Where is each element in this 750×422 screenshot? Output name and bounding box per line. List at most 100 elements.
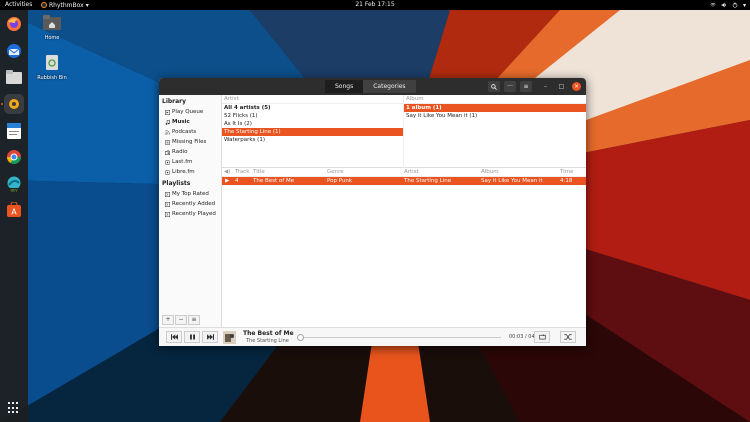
tab-categories[interactable]: Categories	[363, 80, 416, 93]
svg-text:A: A	[11, 208, 17, 217]
smart-playlist-icon	[165, 191, 170, 197]
sidebar-item-label: Radio	[172, 149, 188, 155]
menu-button[interactable]: ≡	[520, 81, 532, 92]
sidebar-item-label: Music	[172, 119, 190, 125]
pause-button[interactable]	[184, 331, 200, 343]
seek-bar[interactable]	[297, 334, 501, 341]
sidebar: Library Play Queue Music Podcasts Missin…	[159, 95, 222, 327]
track-list: ◀) Track Title Genre Artist Album Time ▶…	[222, 168, 586, 327]
artist-row[interactable]: 52 Flicks (1)	[222, 112, 403, 120]
sidebar-item-label: Recently Played	[172, 211, 216, 217]
track-genre: Pop Punk	[327, 178, 353, 184]
podcast-icon	[165, 129, 170, 135]
edge-dev-icon[interactable]: DEV	[4, 174, 24, 194]
sidebar-item-librefm[interactable]: Libre.fm	[165, 169, 195, 175]
minimize-icon: –	[544, 83, 547, 90]
queue-icon	[165, 109, 170, 115]
minimize-button[interactable]: –	[541, 82, 550, 91]
previous-icon	[170, 334, 178, 340]
sidebar-item-podcasts[interactable]: Podcasts	[165, 129, 196, 135]
tab-songs[interactable]: Songs	[325, 80, 364, 93]
home-folder-icon	[43, 15, 61, 30]
artist-row[interactable]: All 4 artists (5)	[222, 104, 403, 112]
header-bar: Songs Categories ··· ≡ – □ ×	[159, 78, 586, 95]
app-grid-icon[interactable]	[8, 402, 20, 414]
rhythmbox-icon[interactable]	[4, 94, 24, 114]
sidebar-item-label: My Top Rated	[172, 191, 209, 197]
sidebar-item-lastfm[interactable]: Last.fm	[165, 159, 193, 165]
previous-button[interactable]	[166, 331, 182, 343]
desktop-trash-label: Rubbish Bin	[37, 75, 67, 81]
add-playlist-button[interactable]: +	[162, 315, 174, 325]
more-icon: ···	[507, 83, 513, 90]
col-time[interactable]: Time	[560, 169, 573, 175]
player-bar: The Best of Me The Starting Line 00:03 /…	[159, 327, 586, 346]
search-icon	[491, 83, 497, 90]
col-title[interactable]: Title	[253, 169, 265, 175]
chrome-icon[interactable]	[4, 147, 24, 167]
album-column: Album 1 album (1) Say it Like You Mean i…	[404, 95, 586, 168]
table-row[interactable]: ▶ 4 The Best of Me Pop Punk The Starting…	[222, 177, 586, 185]
desktop-home-icon[interactable]: Home	[32, 14, 72, 41]
col-playing[interactable]: ◀)	[224, 169, 230, 175]
col-artist[interactable]: Artist	[404, 169, 419, 175]
volume-icon	[721, 2, 727, 8]
sidebar-item-radio[interactable]: Radio	[165, 149, 187, 155]
files-icon[interactable]	[4, 67, 24, 87]
running-indicator	[1, 103, 3, 105]
track-number: 4	[235, 178, 239, 184]
playlist-options-button[interactable]: ≡	[188, 315, 200, 325]
sidebar-item-recently-played[interactable]: Recently Played	[165, 211, 216, 217]
sidebar-item-missing-files[interactable]: Missing Files	[165, 139, 206, 145]
system-tray[interactable]: ▾	[710, 0, 746, 10]
sidebar-item-music[interactable]: Music	[165, 119, 190, 125]
writer-icon[interactable]	[4, 121, 24, 141]
remove-playlist-button[interactable]: −	[175, 315, 187, 325]
seek-handle[interactable]	[297, 334, 305, 341]
artist-column: Artist All 4 artists (5) 52 Flicks (1) A…	[222, 95, 404, 168]
library-browser: Artist All 4 artists (5) 52 Flicks (1) A…	[222, 95, 586, 168]
sidebar-item-label: Last.fm	[172, 159, 193, 165]
maximize-button[interactable]: □	[557, 82, 566, 91]
album-row-selected[interactable]: 1 album (1)	[404, 104, 586, 112]
shuffle-button[interactable]	[560, 331, 576, 343]
thunderbird-icon[interactable]	[4, 41, 24, 61]
artist-header[interactable]: Artist	[222, 95, 403, 104]
chevron-down-icon: ▾	[742, 1, 746, 9]
sidebar-item-label: Recently Added	[172, 201, 216, 207]
next-icon	[206, 334, 214, 340]
artist-row[interactable]: As It Is (2)	[222, 120, 403, 128]
search-button[interactable]	[488, 81, 500, 92]
view-switcher: Songs Categories	[325, 80, 416, 93]
artist-row[interactable]: Waterparks (1)	[222, 136, 403, 144]
sidebar-item-recently-added[interactable]: Recently Added	[165, 201, 215, 207]
next-button[interactable]	[202, 331, 218, 343]
smart-playlist-icon	[165, 211, 170, 217]
col-genre[interactable]: Genre	[327, 169, 344, 175]
now-playing-title: The Best of Me	[243, 330, 294, 337]
playing-indicator-icon: ▶	[225, 178, 230, 184]
trash-icon	[46, 55, 58, 70]
col-track[interactable]: Track	[235, 169, 249, 175]
desktop-trash-icon[interactable]: Rubbish Bin	[32, 54, 72, 81]
album-row[interactable]: Say it Like You Mean it (1)	[404, 112, 586, 120]
col-album[interactable]: Album	[481, 169, 499, 175]
more-button[interactable]: ···	[504, 81, 516, 92]
shuffle-icon	[564, 334, 572, 340]
album-header[interactable]: Album	[404, 95, 586, 104]
librefm-icon	[165, 170, 170, 174]
sidebar-item-my-top-rated[interactable]: My Top Rated	[165, 191, 209, 197]
album-art[interactable]	[223, 331, 236, 344]
sidebar-item-label: Libre.fm	[172, 169, 195, 175]
track-list-header: ◀) Track Title Genre Artist Album Time	[222, 168, 586, 177]
firefox-icon[interactable]	[4, 14, 24, 34]
clock[interactable]: 21 Feb 17:15	[0, 1, 750, 8]
repeat-button[interactable]	[534, 331, 550, 343]
artist-row-selected[interactable]: The Starting Line (1)	[222, 128, 403, 136]
top-bar: Activities RhythmBox ▾ 21 Feb 17:15 ▾	[0, 0, 750, 10]
close-button[interactable]: ×	[572, 82, 581, 91]
sidebar-item-play-queue[interactable]: Play Queue	[165, 109, 203, 115]
library-heading: Library	[162, 98, 187, 105]
smart-playlist-icon	[165, 201, 170, 207]
software-icon[interactable]: A	[4, 200, 24, 220]
